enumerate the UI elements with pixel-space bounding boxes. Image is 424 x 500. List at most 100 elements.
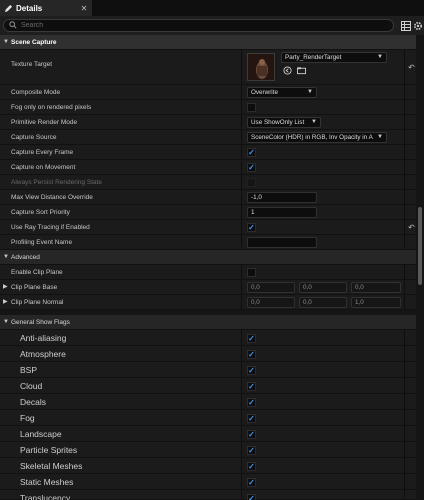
row-enable-clip-plane: Enable Clip Plane bbox=[0, 265, 416, 280]
prop-label: Enable Clip Plane bbox=[11, 269, 63, 276]
row-clip-plane-normal: ▶ Clip Plane Normal 0,0 0,0 1,0 bbox=[0, 295, 416, 310]
prop-label: Clip Plane Base bbox=[11, 284, 58, 291]
primitive-render-mode-combo[interactable]: Use ShowOnly List ▼ bbox=[247, 117, 321, 128]
category-label: Scene Capture bbox=[11, 39, 57, 46]
texture-thumbnail[interactable] bbox=[247, 53, 275, 81]
category-general-show-flags[interactable]: ▼ General Show Flags bbox=[0, 315, 416, 330]
show-flag-row: Anti-aliasing bbox=[0, 330, 416, 346]
row-profiling-event-name: Profiling Event Name bbox=[0, 235, 416, 250]
collapse-arrow-icon: ▼ bbox=[3, 254, 9, 260]
prop-label: Capture Source bbox=[11, 134, 57, 141]
prop-label: Capture on Movement bbox=[11, 164, 76, 171]
show-flag-checkbox[interactable] bbox=[247, 382, 256, 391]
show-flag-label: Fog bbox=[20, 413, 35, 423]
max-view-distance-field[interactable]: -1,0 bbox=[247, 192, 317, 203]
composite-mode-combo[interactable]: Overwrite ▼ bbox=[247, 87, 317, 98]
prop-label: Always Persist Rendering State bbox=[11, 179, 103, 186]
row-capture-sort-priority: Capture Sort Priority 1 bbox=[0, 205, 416, 220]
show-flag-checkbox[interactable] bbox=[247, 414, 256, 423]
collapse-arrow-icon: ▼ bbox=[3, 319, 9, 325]
browse-folder-icon[interactable] bbox=[297, 66, 307, 76]
row-clip-plane-base: ▶ Clip Plane Base 0,0 0,0 0,0 bbox=[0, 280, 416, 295]
show-flag-checkbox[interactable] bbox=[247, 334, 256, 343]
show-flag-label: Anti-aliasing bbox=[20, 333, 67, 343]
prop-label: Texture Target bbox=[11, 61, 53, 68]
close-icon[interactable]: ✕ bbox=[79, 3, 89, 13]
row-texture-target: Texture Target Party_RenderTarget ▼ ↶ bbox=[0, 50, 416, 85]
scrollbar-thumb[interactable] bbox=[418, 207, 422, 285]
row-primitive-render-mode: Primitive Render Mode Use ShowOnly List … bbox=[0, 115, 416, 130]
show-flag-checkbox[interactable] bbox=[247, 446, 256, 455]
show-flag-label: Static Meshes bbox=[20, 477, 74, 487]
tab-title: Details bbox=[16, 3, 43, 13]
table-icon[interactable] bbox=[400, 20, 411, 31]
gear-icon[interactable] bbox=[412, 20, 423, 31]
capture-every-frame-checkbox[interactable] bbox=[247, 148, 256, 157]
show-flag-checkbox[interactable] bbox=[247, 398, 256, 407]
reset-to-default-icon[interactable]: ↶ bbox=[407, 63, 416, 72]
capture-on-movement-checkbox[interactable] bbox=[247, 163, 256, 172]
show-flag-row: BSP bbox=[0, 362, 416, 378]
pencil-icon bbox=[3, 3, 13, 13]
row-capture-on-movement: Capture on Movement bbox=[0, 160, 416, 175]
show-flag-row: Decals bbox=[0, 394, 416, 410]
row-composite-mode: Composite Mode Overwrite ▼ bbox=[0, 85, 416, 100]
prop-label: Use Ray Tracing if Enabled bbox=[11, 224, 90, 231]
capture-source-combo[interactable]: SceneColor (HDR) in RGB, Inv Opacity in … bbox=[247, 132, 387, 143]
category-scene-capture[interactable]: ▼ Scene Capture bbox=[0, 35, 416, 50]
clip-plane-normal-z: 1,0 bbox=[351, 297, 401, 308]
show-flag-checkbox[interactable] bbox=[247, 478, 256, 487]
search-input[interactable] bbox=[21, 22, 391, 29]
tab-details[interactable]: Details ✕ bbox=[0, 0, 92, 16]
use-ray-tracing-checkbox[interactable] bbox=[247, 223, 256, 232]
row-max-view-distance: Max View Distance Override -1,0 bbox=[0, 190, 416, 205]
show-flag-row: Atmosphere bbox=[0, 346, 416, 362]
show-flag-checkbox[interactable] bbox=[247, 494, 256, 500]
clip-plane-base-z: 0,0 bbox=[351, 282, 401, 293]
show-flag-row: Translucency bbox=[0, 490, 416, 500]
show-flag-row: Landscape bbox=[0, 426, 416, 442]
capture-sort-priority-field[interactable]: 1 bbox=[247, 207, 317, 218]
prop-label: Profiling Event Name bbox=[11, 239, 73, 246]
show-flag-row: Skeletal Meshes bbox=[0, 458, 416, 474]
chevron-down-icon: ▼ bbox=[307, 89, 313, 95]
show-flag-label: Cloud bbox=[20, 381, 43, 391]
show-flag-checkbox[interactable] bbox=[247, 350, 256, 359]
prop-label: Composite Mode bbox=[11, 89, 61, 96]
texture-target-combo[interactable]: Party_RenderTarget ▼ bbox=[281, 52, 387, 63]
reset-to-default-icon[interactable]: ↶ bbox=[407, 223, 416, 232]
prop-label: Max View Distance Override bbox=[11, 194, 93, 201]
prop-label: Capture Every Frame bbox=[11, 149, 74, 156]
category-label: General Show Flags bbox=[11, 319, 70, 326]
clip-plane-base-y: 0,0 bbox=[299, 282, 347, 293]
category-advanced[interactable]: ▼ Advanced bbox=[0, 250, 416, 265]
prop-label: Primitive Render Mode bbox=[11, 119, 78, 126]
row-always-persist: Always Persist Rendering State bbox=[0, 175, 416, 190]
tab-bar: Details ✕ bbox=[0, 0, 424, 16]
always-persist-checkbox bbox=[247, 178, 256, 187]
search-box bbox=[3, 19, 394, 32]
expand-arrow-icon[interactable]: ▶ bbox=[3, 280, 8, 295]
show-flag-checkbox[interactable] bbox=[247, 366, 256, 375]
show-flag-row: Cloud bbox=[0, 378, 416, 394]
fog-only-checkbox[interactable] bbox=[247, 103, 256, 112]
show-flag-row: Fog bbox=[0, 410, 416, 426]
profiling-event-name-field[interactable] bbox=[247, 237, 317, 248]
row-capture-every-frame: Capture Every Frame bbox=[0, 145, 416, 160]
chevron-down-icon: ▼ bbox=[375, 133, 383, 142]
enable-clip-plane-checkbox[interactable] bbox=[247, 268, 256, 277]
expand-arrow-icon[interactable]: ▶ bbox=[3, 295, 8, 310]
prop-label: Capture Sort Priority bbox=[11, 209, 70, 216]
prop-label: Fog only on rendered pixels bbox=[11, 104, 92, 111]
show-flag-checkbox[interactable] bbox=[247, 430, 256, 439]
browse-arrow-icon[interactable] bbox=[283, 66, 293, 76]
clip-plane-normal-x: 0,0 bbox=[247, 297, 295, 308]
show-flag-label: Atmosphere bbox=[20, 349, 66, 359]
show-flag-label: Translucency bbox=[20, 493, 71, 500]
show-flag-label: Skeletal Meshes bbox=[20, 461, 83, 471]
show-flag-checkbox[interactable] bbox=[247, 462, 256, 471]
prop-label: Clip Plane Normal bbox=[11, 299, 64, 306]
search-row bbox=[0, 16, 424, 35]
show-flag-row: Static Meshes bbox=[0, 474, 416, 490]
details-panel: ▼ Scene Capture Texture Target Party_Ren… bbox=[0, 35, 416, 500]
